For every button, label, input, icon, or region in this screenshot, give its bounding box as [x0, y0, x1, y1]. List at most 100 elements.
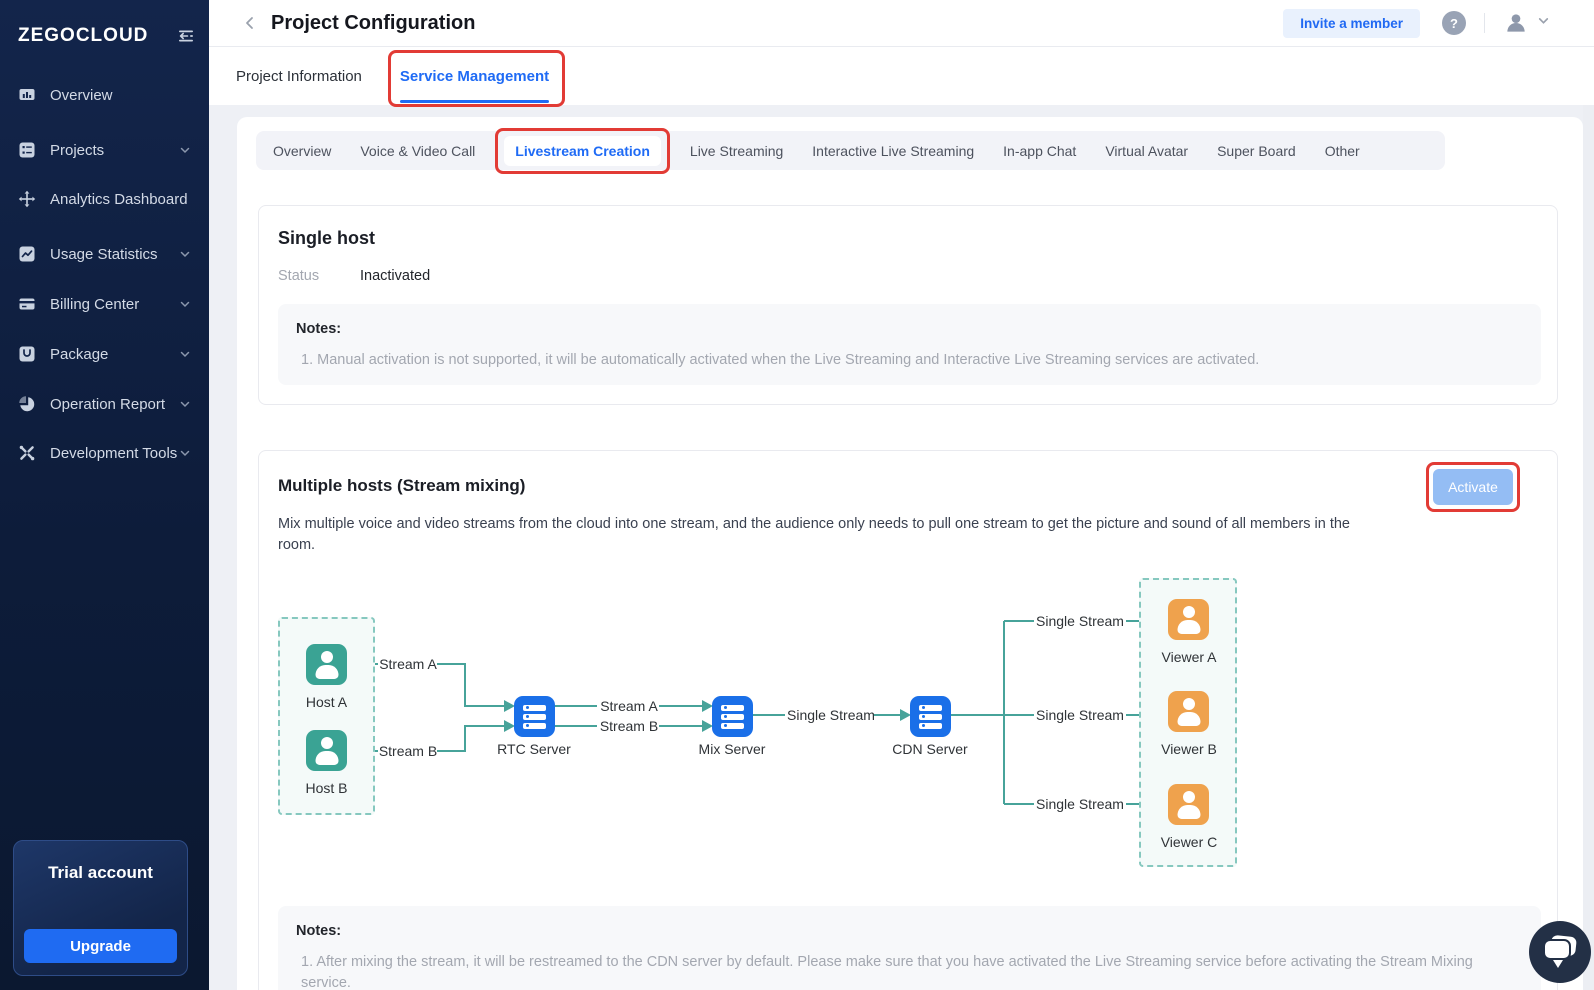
sidebar-item-package[interactable]: Package: [0, 339, 209, 369]
chat-bubble-tail: [1553, 960, 1563, 968]
status-value: Inactivated: [360, 268, 430, 284]
stream-b-label: Stream B: [599, 718, 659, 734]
viewer-a-label: Viewer A: [1140, 649, 1238, 665]
cdn-server-icon: [910, 696, 951, 737]
sidebar-item-billing-center[interactable]: Billing Center: [0, 289, 209, 319]
sidebar-item-label: Development Tools: [50, 445, 179, 462]
single-stream-label: Single Stream: [787, 707, 873, 723]
single-host-title: Single host: [278, 228, 375, 249]
sidebar-item-analytics-dashboard[interactable]: Analytics Dashboard: [0, 184, 209, 214]
page-title: Project Configuration: [271, 12, 475, 35]
sidebar-item-overview[interactable]: Overview: [0, 80, 209, 110]
top-bar: Project Configuration Invite a member ?: [209, 0, 1594, 47]
sidebar-item-projects[interactable]: Projects: [0, 135, 209, 165]
operation-report-icon: [18, 395, 36, 413]
single-host-card: Single host Status Inactivated Notes: 1.…: [258, 205, 1558, 405]
notes-text: 1. Manual activation is not supported, i…: [296, 350, 1523, 371]
tab-label: Project Information: [236, 68, 362, 85]
collapse-sidebar-icon[interactable]: [175, 25, 197, 47]
rtc-server-icon: [514, 696, 555, 737]
upgrade-button[interactable]: Upgrade: [24, 929, 177, 963]
subtab-label: Livestream Creation: [515, 143, 650, 159]
stream-a-label: Stream A: [378, 656, 438, 672]
host-a-label: Host A: [278, 694, 375, 710]
mix-server-label: Mix Server: [682, 741, 782, 757]
single-stream-label: Single Stream: [1036, 707, 1124, 723]
stream-a-label: Stream A: [599, 698, 659, 714]
trial-account-title: Trial account: [14, 863, 187, 883]
sidebar-item-label: Operation Report: [50, 396, 179, 413]
chevron-down-icon: [179, 398, 191, 410]
tab-project-information[interactable]: Project Information: [236, 47, 362, 105]
chevron-down-icon: [179, 447, 191, 459]
sidebar: ZEGOCLOUD Overview Projects Analytics Da…: [0, 0, 209, 990]
subtab-other[interactable]: Other: [1325, 143, 1360, 159]
back-chevron-icon[interactable]: [239, 12, 261, 34]
chevron-down-icon: [179, 348, 191, 360]
viewer-b-label: Viewer B: [1140, 741, 1238, 757]
overview-icon: [18, 86, 36, 104]
stream-b-label: Stream B: [378, 743, 438, 759]
subtab-overview[interactable]: Overview: [273, 143, 331, 159]
sidebar-item-label: Projects: [50, 142, 179, 159]
stream-mixing-card: Multiple hosts (Stream mixing) Activate …: [258, 450, 1558, 990]
service-subtabs: Overview Voice & Video Call Livestream C…: [256, 131, 1445, 170]
sidebar-item-development-tools[interactable]: Development Tools: [0, 438, 209, 468]
notes-title: Notes:: [296, 923, 1523, 939]
usage-statistics-icon: [18, 245, 36, 263]
main-content: Project Configuration Invite a member ? …: [209, 0, 1594, 990]
chevron-down-icon: [179, 248, 191, 260]
app-logo[interactable]: ZEGOCLOUD: [18, 25, 148, 47]
chat-widget-button[interactable]: [1529, 921, 1591, 983]
sidebar-item-label: Overview: [50, 87, 209, 104]
sidebar-item-label: Package: [50, 346, 179, 363]
active-tab-underline: [400, 100, 549, 103]
single-stream-label: Single Stream: [1036, 796, 1124, 812]
subtab-in-app-chat[interactable]: In-app Chat: [1003, 143, 1076, 159]
sidebar-item-label: Analytics Dashboard: [50, 191, 209, 208]
development-tools-icon: [18, 444, 36, 462]
subtab-voice-video-call[interactable]: Voice & Video Call: [360, 143, 475, 159]
chevron-down-icon: [179, 144, 191, 156]
vertical-scrollbar[interactable]: [1583, 105, 1594, 990]
sidebar-item-label: Billing Center: [50, 296, 179, 313]
sidebar-item-usage-statistics[interactable]: Usage Statistics: [0, 239, 209, 269]
account-menu[interactable]: [1503, 10, 1550, 36]
stream-mixing-description: Mix multiple voice and video streams fro…: [278, 514, 1353, 555]
chevron-down-icon: [179, 298, 191, 310]
sidebar-item-operation-report[interactable]: Operation Report: [0, 389, 209, 419]
notes-text: 1. After mixing the stream, it will be r…: [296, 952, 1523, 990]
viewer-c-label: Viewer C: [1140, 834, 1238, 850]
host-a-icon: [306, 644, 347, 685]
viewer-c-icon: [1168, 784, 1209, 825]
billing-center-icon: [18, 295, 36, 313]
project-tabs: Project Information Service Management: [209, 47, 1594, 105]
single-stream-label: Single Stream: [1036, 613, 1124, 629]
subtab-super-board[interactable]: Super Board: [1217, 143, 1296, 159]
subtab-live-streaming[interactable]: Live Streaming: [690, 143, 783, 159]
mix-server-icon: [712, 696, 753, 737]
subtab-livestream-creation[interactable]: Livestream Creation: [504, 136, 661, 166]
activate-button[interactable]: Activate: [1433, 469, 1513, 505]
tab-label: Service Management: [400, 68, 549, 85]
chat-bubble-icon: [1543, 939, 1571, 960]
help-icon[interactable]: ?: [1442, 11, 1466, 35]
topbar-divider: [1484, 13, 1485, 33]
subtab-interactive-live-streaming[interactable]: Interactive Live Streaming: [812, 143, 974, 159]
analytics-dashboard-icon: [18, 190, 36, 208]
trial-account-panel: Trial account Upgrade: [13, 840, 188, 976]
stream-mixing-notes: Notes: 1. After mixing the stream, it wi…: [278, 906, 1541, 990]
notes-title: Notes:: [296, 321, 1523, 337]
package-icon: [18, 345, 36, 363]
status-label: Status: [278, 268, 319, 284]
subtab-virtual-avatar[interactable]: Virtual Avatar: [1105, 143, 1188, 159]
invite-member-button[interactable]: Invite a member: [1283, 9, 1420, 38]
cdn-server-label: CDN Server: [880, 741, 980, 757]
projects-icon: [18, 141, 36, 159]
single-host-notes: Notes: 1. Manual activation is not suppo…: [278, 304, 1541, 385]
sidebar-item-label: Usage Statistics: [50, 246, 179, 263]
stream-mixing-title: Multiple hosts (Stream mixing): [278, 476, 525, 496]
viewer-b-icon: [1168, 691, 1209, 732]
user-avatar-icon: [1503, 10, 1529, 36]
tab-service-management[interactable]: Service Management: [400, 47, 549, 105]
